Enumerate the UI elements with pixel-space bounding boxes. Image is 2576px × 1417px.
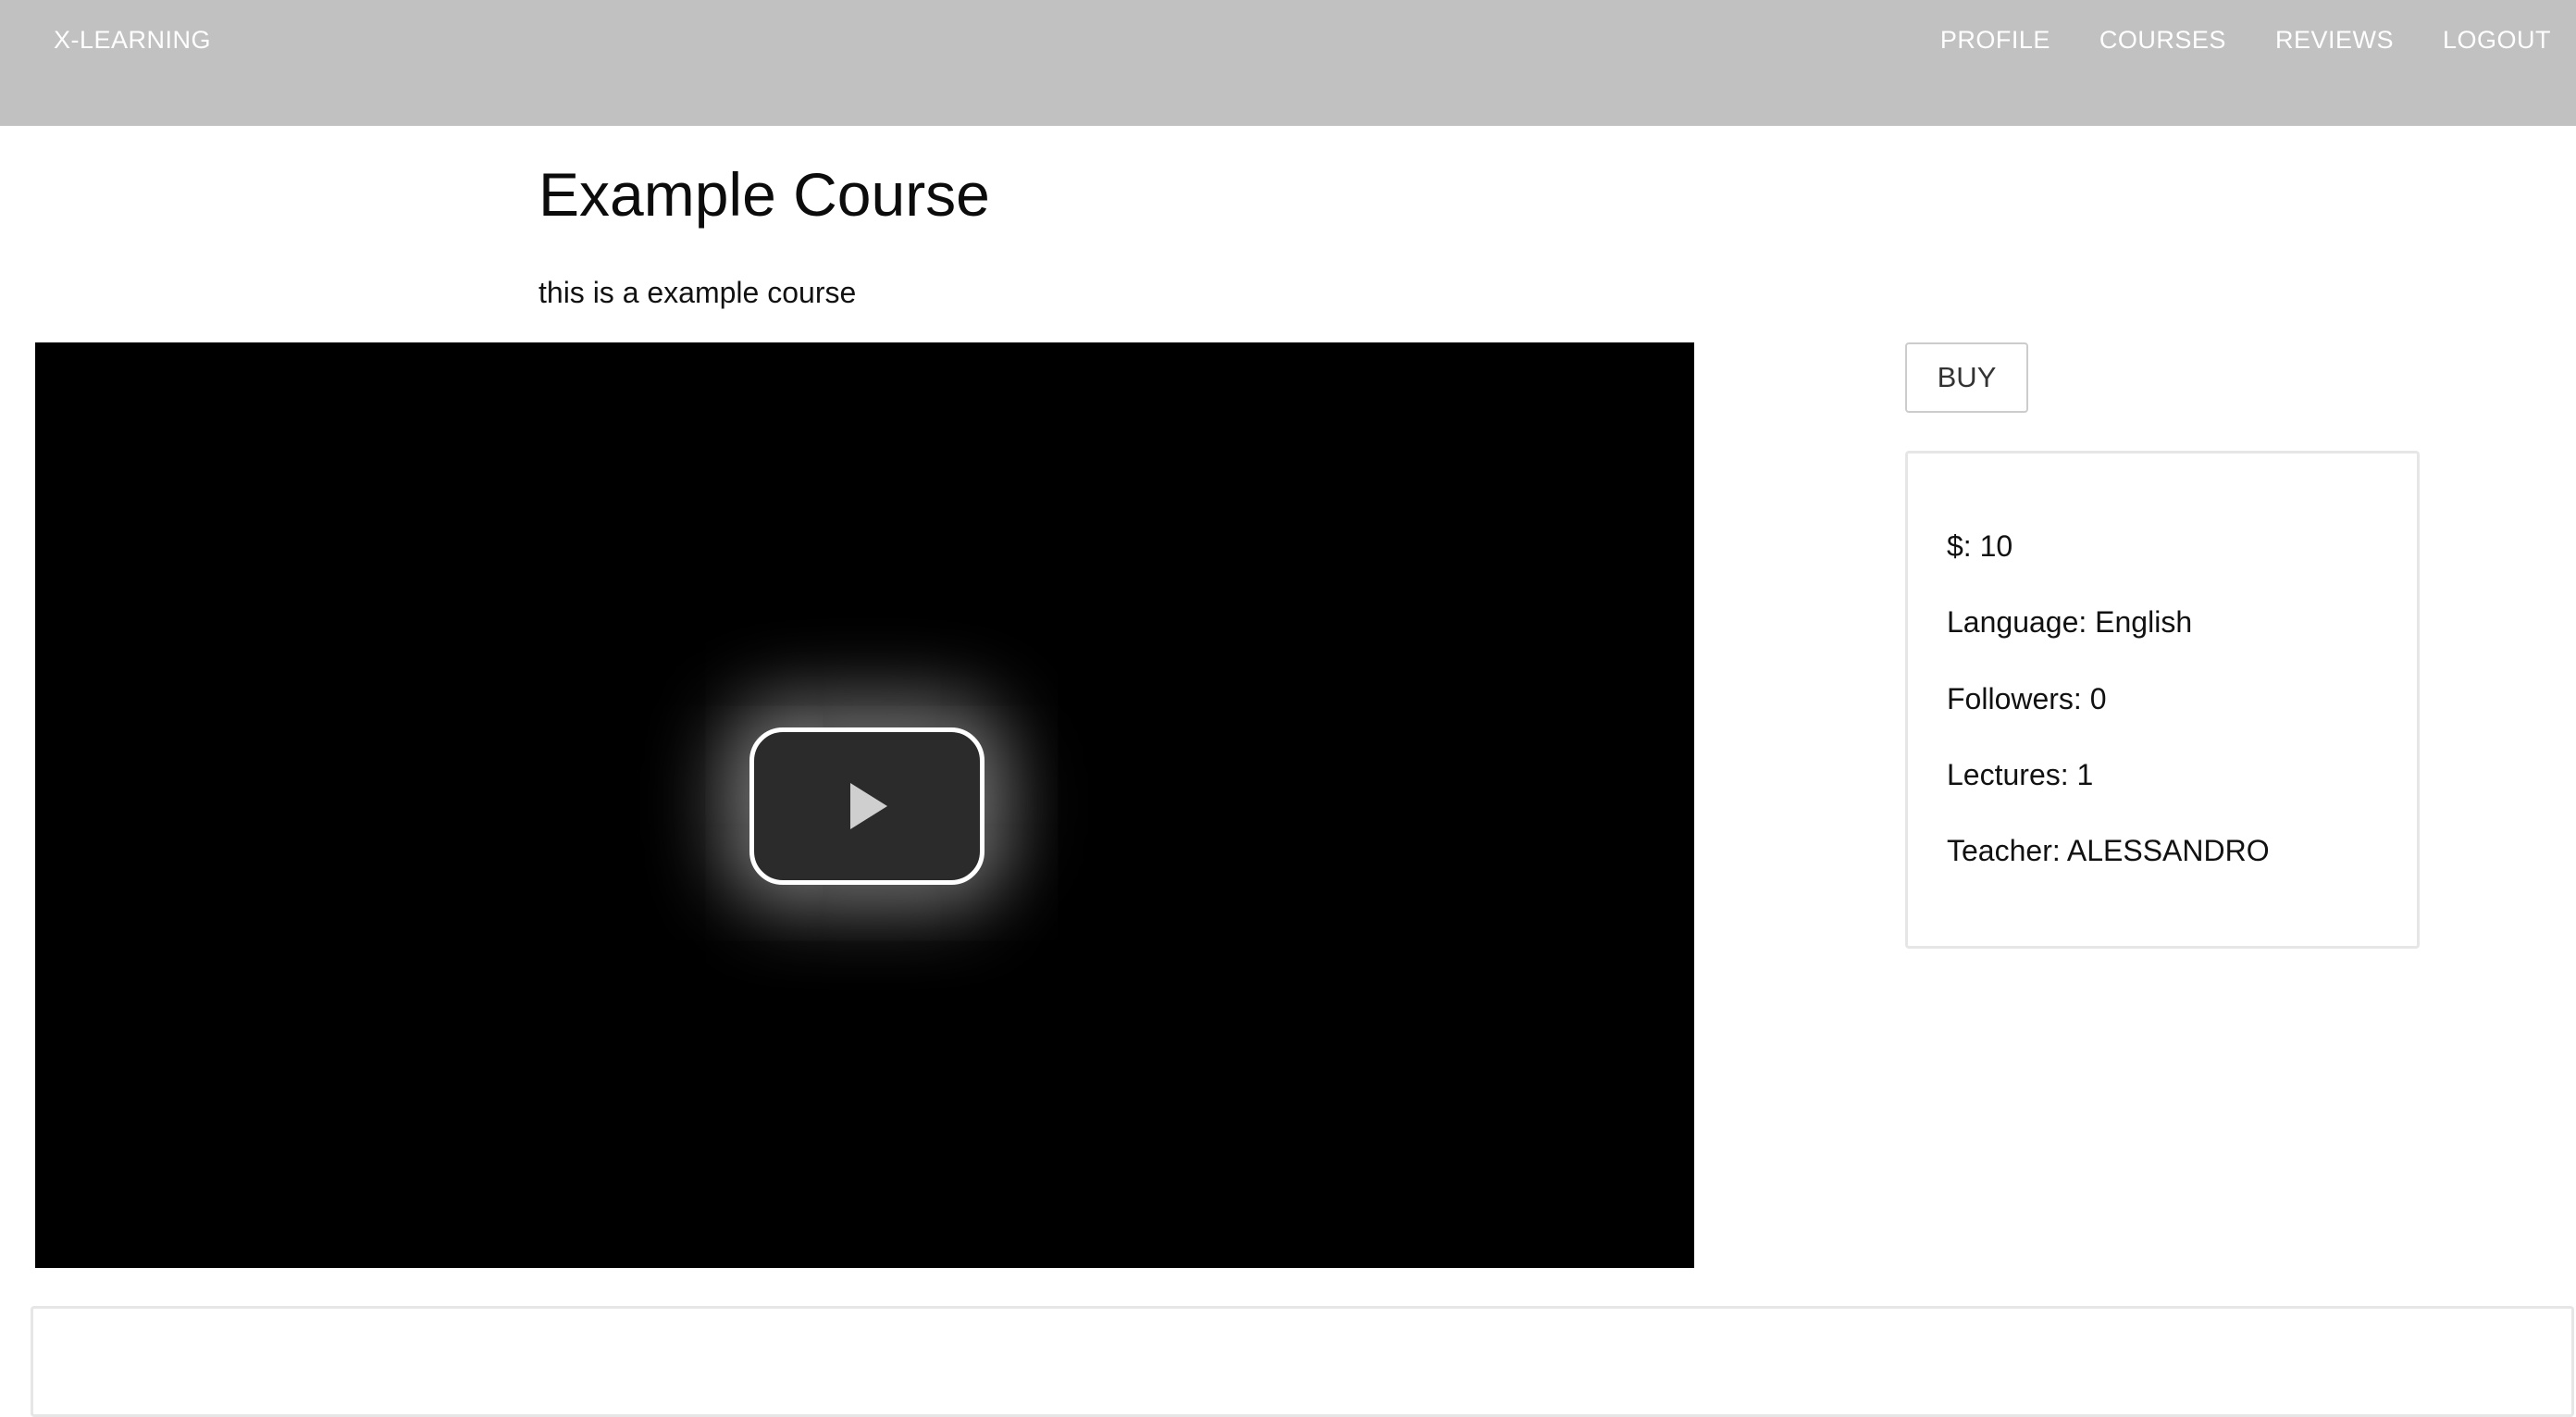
brand-link[interactable]: X-LEARNING	[54, 26, 211, 55]
price-text: $: 10	[1947, 529, 2013, 563]
nav-link-logout[interactable]: LOGOUT	[2443, 26, 2551, 55]
lectures-text: Lectures: 1	[1947, 758, 2094, 791]
followers-text: Followers: 0	[1947, 682, 2107, 715]
nav-link-reviews[interactable]: REVIEWS	[2275, 26, 2394, 55]
course-description: this is a example course	[539, 276, 857, 309]
bottom-panel	[31, 1306, 2574, 1417]
buy-button[interactable]: BUY	[1905, 342, 2028, 413]
course-info-panel: $: 10 Language: English Followers: 0 Lec…	[1905, 451, 2420, 949]
play-icon	[850, 783, 887, 829]
nav-links: PROFILE COURSES REVIEWS LOGOUT	[1940, 26, 2551, 55]
navbar: X-LEARNING PROFILE COURSES REVIEWS LOGOU…	[0, 0, 2576, 126]
play-button[interactable]	[749, 727, 985, 885]
nav-link-courses[interactable]: COURSES	[2099, 26, 2226, 55]
video-player[interactable]	[35, 342, 1694, 1268]
teacher-text: Teacher: ALESSANDRO	[1947, 834, 2270, 867]
course-title: Example Course	[539, 160, 990, 229]
nav-link-profile[interactable]: PROFILE	[1940, 26, 2050, 55]
language-text: Language: English	[1947, 605, 2193, 639]
